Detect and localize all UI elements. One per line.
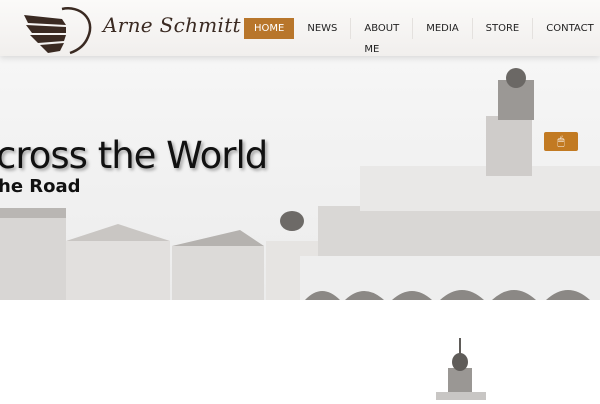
tower-photo [436,338,486,400]
nav-store[interactable]: STORE [473,18,534,39]
header: Arne Schmitt HOME NEWS ABOUT ME MEDIA ST… [0,0,600,56]
nav-about-me[interactable]: ABOUT ME [351,18,414,55]
main-nav: HOME NEWS ABOUT ME MEDIA STORE CONTACT [244,18,600,55]
nav-home[interactable]: HOME [244,18,295,39]
hero-title: cross the World [0,134,268,177]
nav-news[interactable]: NEWS [294,18,352,39]
hero-subtitle: he Road [0,176,81,197]
content-area [0,300,600,400]
wing-logo-icon[interactable] [22,5,96,55]
brand-name[interactable]: Arne Schmitt [103,13,241,37]
mouse-icon[interactable]: 🖱 [544,132,578,151]
hero-slider[interactable]: cross the World he Road 🖱 [0,56,600,300]
city-photo [0,68,600,300]
nav-contact[interactable]: CONTACT [533,18,600,39]
nav-media[interactable]: MEDIA [413,18,473,39]
